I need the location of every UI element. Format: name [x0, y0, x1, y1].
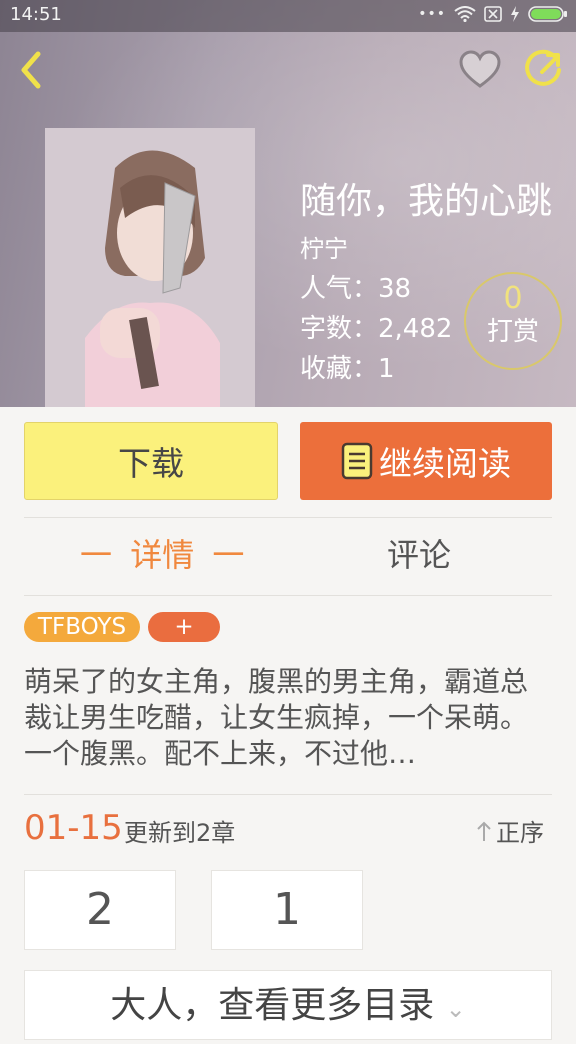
book-author[interactable]: 柠宁: [300, 229, 348, 264]
more-catalog-button[interactable]: 大人，查看更多目录 ⌄: [24, 970, 552, 1040]
popularity-stat: 人气：38: [300, 274, 412, 304]
update-date: 01-15: [24, 808, 123, 848]
book-description[interactable]: 萌呆了的女主角，腹黑的男主角，霸道总裁让男生吃醋，让女生疯掉，一个呆萌。一个腹黑…: [24, 664, 554, 772]
tab-details[interactable]: 一 详情 一: [80, 530, 244, 576]
book-title: 随你，我的心跳: [300, 181, 553, 222]
arrow-up-icon: [477, 821, 491, 841]
sim-x-icon: [484, 6, 502, 22]
back-arrow-icon[interactable]: [14, 48, 48, 92]
reward-button[interactable]: 0 打赏: [464, 272, 562, 370]
reward-label: 打赏: [486, 317, 539, 347]
chevron-down-icon: ⌄: [445, 995, 466, 1023]
download-button[interactable]: 下载: [24, 422, 278, 500]
tab-active-dash-left: 一: [80, 536, 113, 574]
divider: [24, 794, 552, 795]
tab-active-dash-right: 一: [212, 536, 245, 574]
status-time: 14:51: [10, 4, 62, 25]
book-icon: [341, 442, 373, 480]
tab-details-label: 详情: [130, 536, 195, 574]
continue-reading-button[interactable]: 继续阅读: [300, 422, 552, 500]
wifi-icon: [454, 6, 476, 22]
more-dots-icon: •••: [418, 6, 446, 22]
status-bar: 14:51 •••: [0, 0, 576, 32]
charging-icon: [511, 6, 519, 22]
sort-order-label: 正序: [496, 819, 544, 847]
divider: [24, 517, 552, 518]
tab-comments[interactable]: 评论: [387, 530, 451, 576]
word-count-stat: 字数：2,482: [300, 314, 453, 344]
share-icon[interactable]: [524, 48, 566, 90]
continue-reading-label: 继续阅读: [379, 444, 511, 483]
more-catalog-label: 大人，查看更多目录: [110, 985, 435, 1026]
download-label: 下载: [118, 444, 184, 483]
update-status: 更新到2章: [124, 819, 236, 847]
add-tag-button[interactable]: +: [148, 612, 220, 642]
reward-count: 0: [503, 281, 523, 316]
battery-icon: [528, 6, 567, 22]
favorites-stat: 收藏：1: [300, 354, 395, 384]
sort-order-button[interactable]: 正序: [476, 813, 544, 848]
chapter-item[interactable]: 1: [211, 870, 363, 950]
tag-tfboys[interactable]: TFBOYS: [24, 612, 140, 642]
chapter-item[interactable]: 2: [24, 870, 176, 950]
book-cover-image: [45, 128, 255, 407]
divider: [24, 595, 552, 596]
heart-icon[interactable]: [458, 50, 502, 90]
tab-comments-label: 评论: [387, 536, 452, 574]
